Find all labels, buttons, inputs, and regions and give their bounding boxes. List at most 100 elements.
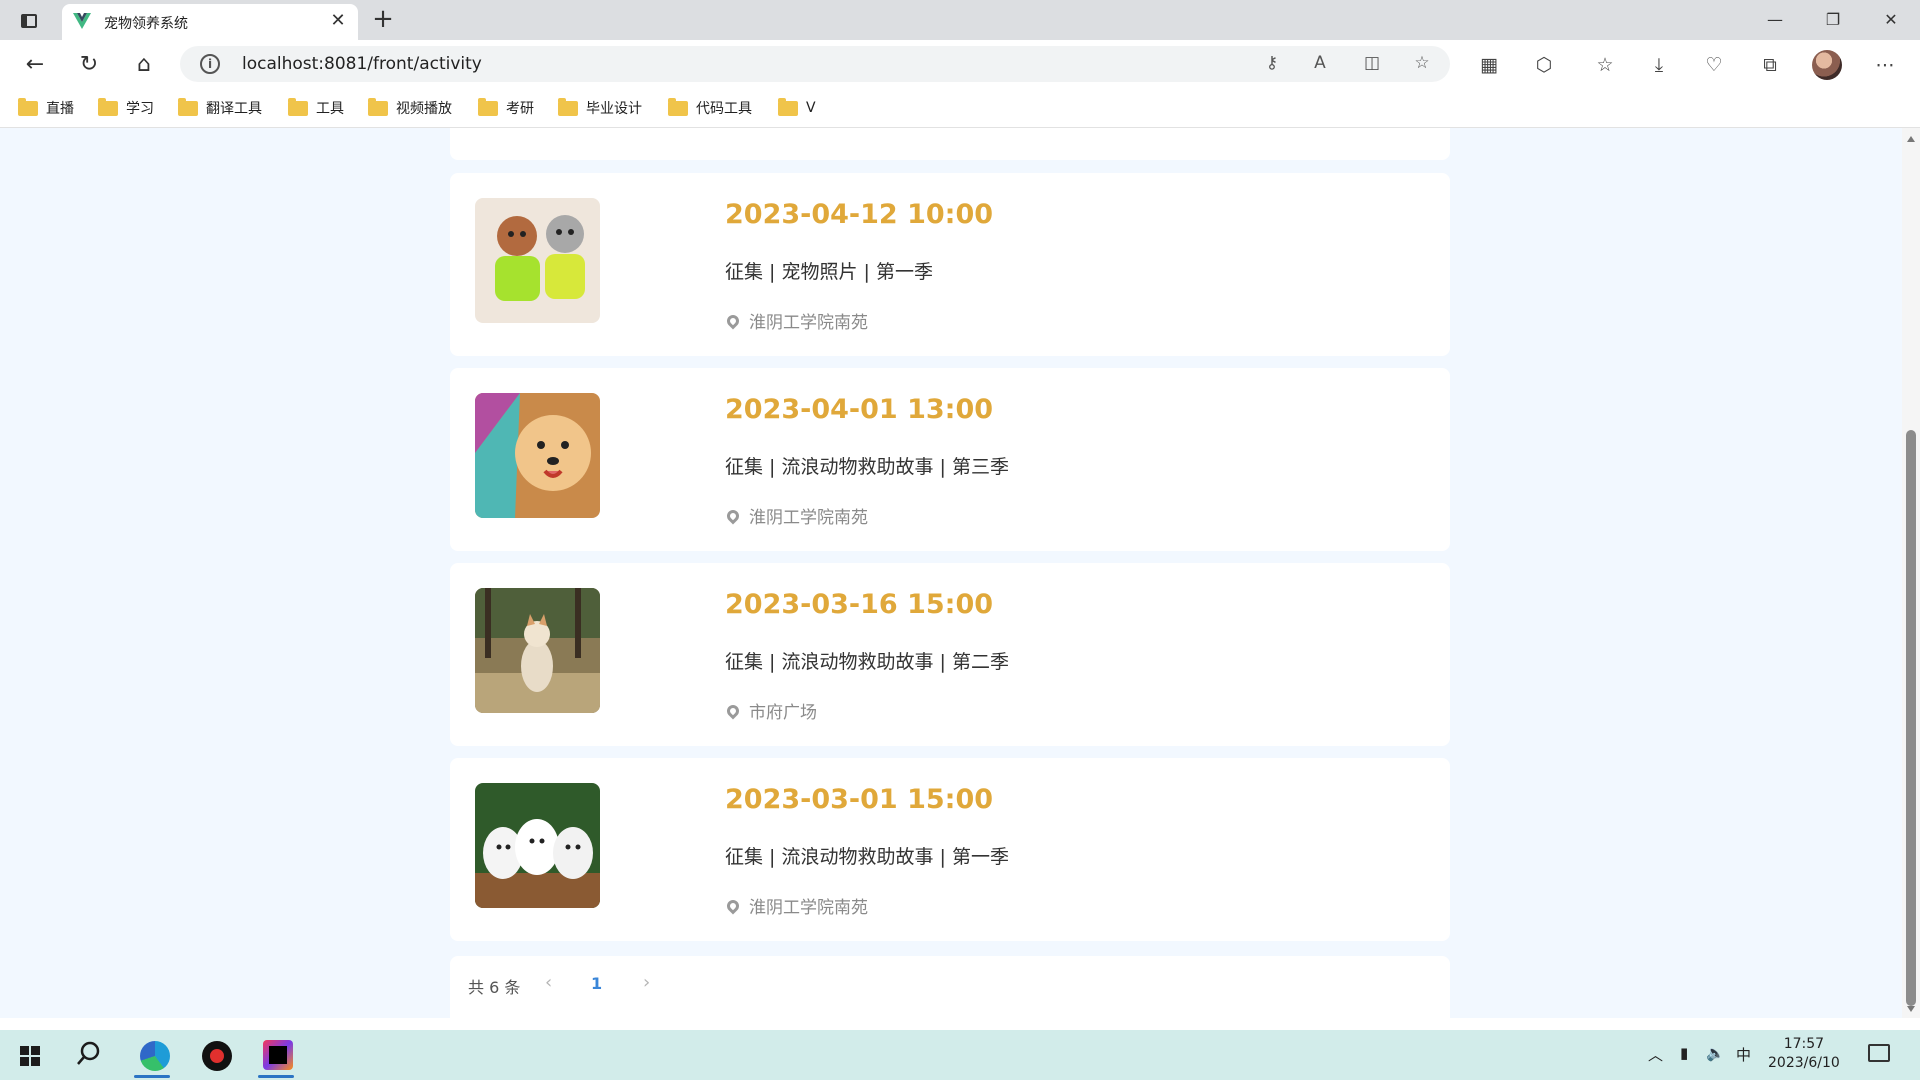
- activity-image[interactable]: [475, 588, 600, 713]
- browser-essentials-icon[interactable]: ♡: [1699, 50, 1729, 80]
- intellij-idea-icon: [263, 1040, 293, 1070]
- location-pin-icon: [724, 507, 742, 524]
- bookmark-folder[interactable]: 学习: [98, 96, 154, 120]
- workspaces-icon[interactable]: ▦: [1474, 50, 1504, 80]
- key-icon[interactable]: ⚷: [1260, 53, 1284, 75]
- bookmark-folder[interactable]: V: [778, 96, 816, 120]
- restore-button[interactable]: ❐: [1810, 4, 1856, 36]
- minimize-button[interactable]: —: [1752, 4, 1798, 36]
- pomeranian-photo: [475, 393, 600, 518]
- taskbar-ide-button[interactable]: [248, 1032, 304, 1078]
- location-pin-icon: [724, 312, 742, 329]
- activity-title[interactable]: 征集 | 流浪动物救助故事 | 第二季: [725, 647, 1009, 674]
- downloads-icon[interactable]: ⤓: [1644, 50, 1674, 80]
- pagination: 共 6 条 ‹ 1 ›: [450, 956, 1450, 1018]
- activity-card[interactable]: 2023-04-01 13:00 征集 | 流浪动物救助故事 | 第三季 淮阴工…: [450, 368, 1450, 551]
- bookmark-folder[interactable]: 工具: [288, 96, 344, 120]
- activity-location: 淮阴工学院南苑: [724, 503, 868, 528]
- activity-time[interactable]: 2023-03-16 15:00: [725, 589, 993, 620]
- close-window-button[interactable]: ✕: [1868, 4, 1914, 36]
- taskbar-app-button[interactable]: [186, 1032, 242, 1078]
- favorites-icon[interactable]: ☆: [1590, 50, 1620, 80]
- location-pin-icon: [724, 897, 742, 914]
- windows-start-icon[interactable]: [20, 1046, 40, 1066]
- chevron-right-icon[interactable]: ›: [643, 972, 650, 993]
- location-pin-icon: [724, 702, 742, 719]
- address-toolbar: ← ↻ ⌂ i localhost:8081/front/activity ⚷ …: [0, 40, 1920, 88]
- taskbar: ︿ ▮ 🔈 中 17:57 2023/6/10: [0, 1030, 1920, 1080]
- reload-button[interactable]: ↻: [72, 48, 106, 82]
- activity-title[interactable]: 征集 | 流浪动物救助故事 | 第一季: [725, 842, 1009, 869]
- bookmark-folder[interactable]: 代码工具: [668, 96, 752, 120]
- page-content: 2023-04-12 10:00 征集 | 宠物照片 | 第一季 淮阴工学院南苑…: [0, 128, 1902, 1018]
- recorder-app-icon: [202, 1041, 232, 1071]
- folder-icon: [18, 97, 38, 116]
- bookmarks-bar: 直播 学习 翻译工具 工具 视频播放 考研 毕业设计 代码工具 V: [0, 88, 1920, 128]
- scroll-up-arrow-icon[interactable]: [1907, 136, 1915, 142]
- tab-actions-icon[interactable]: [14, 6, 42, 34]
- folder-icon: [478, 97, 498, 116]
- volume-icon[interactable]: 🔈: [1706, 1044, 1725, 1062]
- close-tab-icon[interactable]: ✕: [326, 9, 350, 33]
- activity-card[interactable]: 2023-03-16 15:00 征集 | 流浪动物救助故事 | 第二季 市府广…: [450, 563, 1450, 746]
- vue-favicon-icon: [73, 13, 91, 29]
- new-tab-button[interactable]: +: [368, 5, 398, 35]
- collections-icon[interactable]: ⧉: [1755, 50, 1785, 80]
- input-method-indicator[interactable]: 中: [1736, 1044, 1751, 1065]
- home-button[interactable]: ⌂: [127, 48, 161, 82]
- address-bar[interactable]: i localhost:8081/front/activity ⚷ A ◫ ☆: [180, 46, 1450, 82]
- url-text[interactable]: localhost:8081/front/activity: [242, 54, 482, 74]
- bookmark-folder[interactable]: 考研: [478, 96, 534, 120]
- activity-card[interactable]: 2023-04-12 10:00 征集 | 宠物照片 | 第一季 淮阴工学院南苑: [450, 173, 1450, 356]
- taskbar-edge-button[interactable]: [124, 1032, 180, 1078]
- bookmark-folder[interactable]: 视频播放: [368, 96, 452, 120]
- activity-time[interactable]: 2023-04-01 13:00: [725, 394, 993, 425]
- folder-icon: [368, 97, 388, 116]
- split-screen-icon[interactable]: ◫: [1360, 53, 1384, 75]
- activity-image[interactable]: [475, 783, 600, 908]
- back-button[interactable]: ←: [18, 48, 52, 82]
- tray-overflow-icon[interactable]: ︿: [1648, 1044, 1663, 1065]
- read-aloud-icon[interactable]: A: [1308, 53, 1332, 75]
- chevron-left-icon[interactable]: ‹: [545, 972, 552, 993]
- notification-center-icon[interactable]: [1868, 1044, 1890, 1062]
- browser-tab[interactable]: 宠物领养系统 ✕: [62, 4, 358, 40]
- pagination-total: 共 6 条: [468, 978, 521, 997]
- site-info-icon[interactable]: i: [200, 54, 220, 74]
- folder-icon: [668, 97, 688, 116]
- activity-time[interactable]: 2023-04-12 10:00: [725, 199, 993, 230]
- scrollbar-thumb[interactable]: [1906, 430, 1916, 1006]
- bookmark-folder[interactable]: 翻译工具: [178, 96, 262, 120]
- system-clock[interactable]: 17:57 2023/6/10: [1768, 1035, 1840, 1073]
- bookmark-folder[interactable]: 毕业设计: [558, 96, 642, 120]
- white-puppies-photo: [475, 783, 600, 908]
- folder-icon: [178, 97, 198, 116]
- page-number-current[interactable]: 1: [591, 974, 602, 993]
- activity-location: 淮阴工学院南苑: [724, 893, 868, 918]
- folder-icon: [558, 97, 578, 116]
- more-menu-icon[interactable]: ⋯: [1870, 50, 1900, 80]
- extensions-icon[interactable]: ⬡: [1529, 50, 1559, 80]
- activity-title[interactable]: 征集 | 流浪动物救助故事 | 第三季: [725, 452, 1009, 479]
- shiba-dog-photo: [475, 588, 600, 713]
- activity-card-partial[interactable]: [450, 128, 1450, 160]
- activity-time[interactable]: 2023-03-01 15:00: [725, 784, 993, 815]
- search-icon[interactable]: [76, 1040, 102, 1066]
- folder-icon: [288, 97, 308, 116]
- activity-card[interactable]: 2023-03-01 15:00 征集 | 流浪动物救助故事 | 第一季 淮阴工…: [450, 758, 1450, 941]
- page-scrollbar[interactable]: [1902, 128, 1920, 1018]
- folder-icon: [778, 97, 798, 116]
- activity-location: 淮阴工学院南苑: [724, 308, 868, 333]
- folder-icon: [98, 97, 118, 116]
- microphone-icon[interactable]: ▮: [1680, 1044, 1688, 1062]
- scroll-down-arrow-icon[interactable]: [1907, 1006, 1915, 1012]
- activity-title[interactable]: 征集 | 宠物照片 | 第一季: [725, 257, 933, 284]
- bookmark-folder[interactable]: 直播: [18, 96, 74, 120]
- activity-location: 市府广场: [724, 698, 817, 723]
- profile-avatar[interactable]: [1812, 50, 1842, 80]
- clock-time: 17:57: [1783, 1036, 1825, 1052]
- activity-image[interactable]: [475, 198, 600, 323]
- favorite-star-icon[interactable]: ☆: [1410, 53, 1434, 75]
- activity-image[interactable]: [475, 393, 600, 518]
- clock-date: 2023/6/10: [1768, 1055, 1840, 1071]
